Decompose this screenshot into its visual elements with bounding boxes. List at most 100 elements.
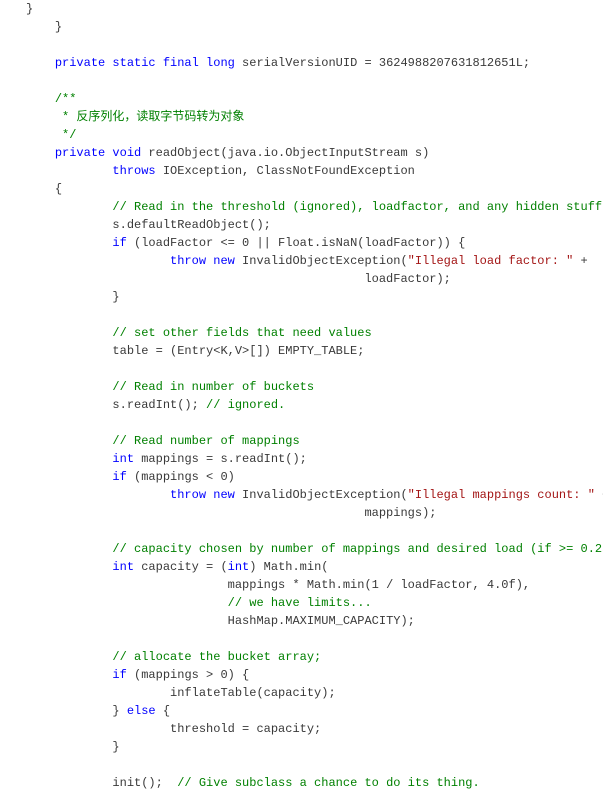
code-line — [26, 756, 603, 774]
code-line: /** — [26, 90, 603, 108]
code-line: init(); // Give subclass a chance to do … — [26, 774, 603, 792]
code-line: if (mappings > 0) { — [26, 666, 603, 684]
code-token: serialVersionUID = — [235, 56, 379, 70]
code-line: * 反序列化，读取字节码转为对象 — [26, 108, 603, 126]
code-token: // set other fields that need values — [112, 326, 371, 340]
code-token: || Float.isNaN(loadFactor)) { — [249, 236, 465, 250]
code-token: mappings = s.readInt(); — [134, 452, 307, 466]
code-token: // allocate the bucket array; — [112, 650, 321, 664]
code-token: } — [55, 20, 62, 34]
code-token: throw new — [170, 488, 235, 502]
code-token: } — [26, 2, 33, 16]
code-token: if — [112, 668, 126, 682]
code-token: "Illegal mappings count: " — [408, 488, 595, 502]
code-line: s.defaultReadObject(); — [26, 216, 603, 234]
code-token: private void — [55, 146, 141, 160]
code-line: } — [26, 738, 603, 756]
code-token: // capacity chosen by number of mappings… — [112, 542, 603, 556]
code-token: 4.0f — [487, 578, 516, 592]
code-token: int — [112, 560, 134, 574]
code-line: table = (Entry<K,V>[]) EMPTY_TABLE; — [26, 342, 603, 360]
code-token: loadFactor); — [26, 272, 451, 286]
code-line: // Read in the threshold (ignored), load… — [26, 198, 603, 216]
code-token: private static final long — [55, 56, 235, 70]
code-line — [26, 36, 603, 54]
code-line — [26, 522, 603, 540]
code-token: throw new — [170, 254, 235, 268]
code-line — [26, 306, 603, 324]
code-token: ) — [228, 470, 235, 484]
code-token: + — [595, 488, 603, 502]
code-token: ), — [516, 578, 530, 592]
code-line: throws IOException, ClassNotFoundExcepti… — [26, 162, 603, 180]
code-token: table = (Entry<K,V>[]) EMPTY_TABLE; — [112, 344, 364, 358]
code-line: int mappings = s.readInt(); — [26, 450, 603, 468]
code-token: ) Math.min( — [249, 560, 328, 574]
code-token: ) { — [228, 668, 250, 682]
code-line: } — [26, 18, 603, 36]
code-token: / loadFactor, — [379, 578, 487, 592]
code-line: mappings); — [26, 504, 603, 522]
code-token: { — [55, 182, 62, 196]
code-token: s.defaultReadObject(); — [112, 218, 270, 232]
code-line: { — [26, 180, 603, 198]
code-token: init(); — [112, 776, 177, 790]
code-line: // capacity chosen by number of mappings… — [26, 540, 603, 558]
code-token: InvalidObjectException( — [235, 254, 408, 268]
code-line: throw new InvalidObjectException("Illega… — [26, 252, 603, 270]
code-token: + — [573, 254, 587, 268]
code-token: else — [127, 704, 156, 718]
code-token: * 反序列化，读取字节码转为对象 — [55, 110, 245, 124]
code-line: if (loadFactor <= 0 || Float.isNaN(loadF… — [26, 234, 603, 252]
code-token: } — [112, 290, 119, 304]
code-token: { — [156, 704, 170, 718]
code-line: int capacity = (int) Math.min( — [26, 558, 603, 576]
code-line: if (mappings < 0) — [26, 468, 603, 486]
code-token: 0 — [220, 470, 227, 484]
code-token: int — [228, 560, 250, 574]
code-line: HashMap.MAXIMUM_CAPACITY); — [26, 612, 603, 630]
code-token: */ — [55, 128, 77, 142]
code-token: readObject(java.io.ObjectInputStream s) — [141, 146, 429, 160]
code-token: threshold = capacity; — [170, 722, 321, 736]
code-token: (loadFactor <= — [127, 236, 242, 250]
code-token: "Illegal load factor: " — [408, 254, 574, 268]
code-token: // Read in number of buckets — [112, 380, 314, 394]
code-token: } — [112, 704, 126, 718]
code-token: int — [112, 452, 134, 466]
code-line: } else { — [26, 702, 603, 720]
code-token: IOException, ClassNotFoundException — [156, 164, 415, 178]
code-token: throws — [112, 164, 155, 178]
code-line: // set other fields that need values — [26, 324, 603, 342]
code-token: inflateTable(capacity); — [170, 686, 336, 700]
code-line: // allocate the bucket array; — [26, 648, 603, 666]
code-line: // we have limits... — [26, 594, 603, 612]
code-line — [26, 72, 603, 90]
code-line — [26, 414, 603, 432]
code-token: /** — [55, 92, 77, 106]
code-line: s.readInt(); // ignored. — [26, 396, 603, 414]
code-line — [26, 630, 603, 648]
code-token: mappings * Math.min( — [228, 578, 372, 592]
code-token: 3624988207631812651L — [379, 56, 523, 70]
code-token: // ignored. — [206, 398, 285, 412]
code-line: threshold = capacity; — [26, 720, 603, 738]
code-token: // Give subclass a chance to do its thin… — [177, 776, 479, 790]
code-viewer: } } private static final long serialVers… — [0, 0, 603, 792]
code-token: } — [112, 740, 119, 754]
code-token: 0 — [220, 668, 227, 682]
code-line: mappings * Math.min(1 / loadFactor, 4.0f… — [26, 576, 603, 594]
code-token: capacity = ( — [134, 560, 228, 574]
code-line: private void readObject(java.io.ObjectIn… — [26, 144, 603, 162]
code-line: // Read in number of buckets — [26, 378, 603, 396]
code-line — [26, 360, 603, 378]
code-line: } — [26, 288, 603, 306]
code-token: if — [112, 470, 126, 484]
code-token: HashMap.MAXIMUM_CAPACITY); — [228, 614, 415, 628]
code-line: private static final long serialVersionU… — [26, 54, 603, 72]
code-token: (mappings < — [127, 470, 221, 484]
code-token: if — [112, 236, 126, 250]
code-token: // we have limits... — [228, 596, 372, 610]
code-token: (mappings > — [127, 668, 221, 682]
code-line: loadFactor); — [26, 270, 603, 288]
